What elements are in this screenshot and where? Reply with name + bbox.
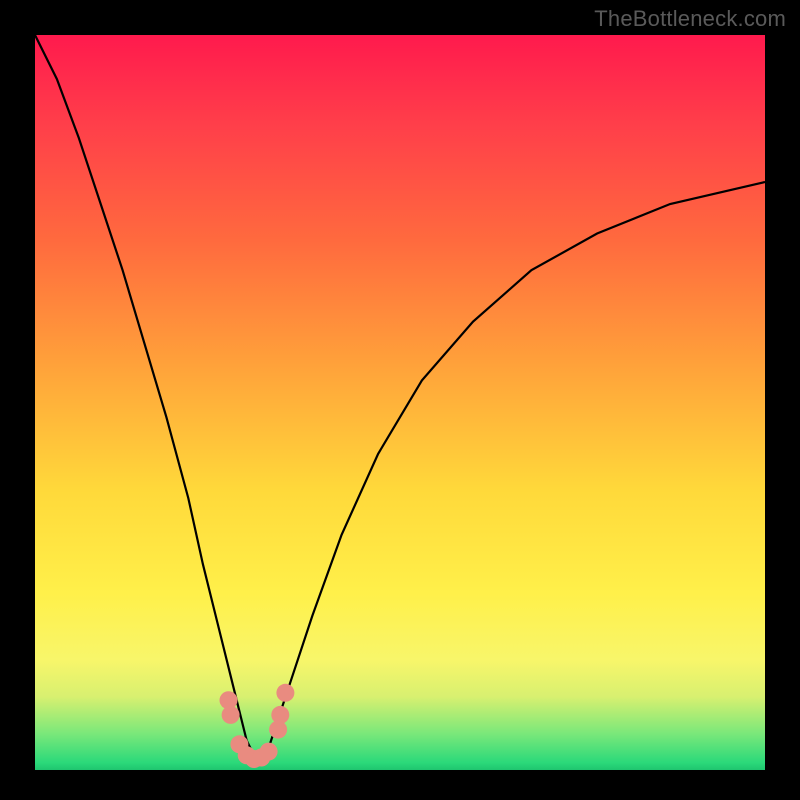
marker-dot [260,743,278,761]
marker-dot [276,684,294,702]
chart-frame: TheBottleneck.com [0,0,800,800]
chart-svg [35,35,765,770]
curve-path [35,35,765,755]
marker-dot [222,706,240,724]
bottleneck-curve [35,35,765,755]
marker-dot [271,706,289,724]
marker-dots [220,684,295,768]
chart-plot-area [35,35,765,770]
attribution-text: TheBottleneck.com [594,6,786,32]
